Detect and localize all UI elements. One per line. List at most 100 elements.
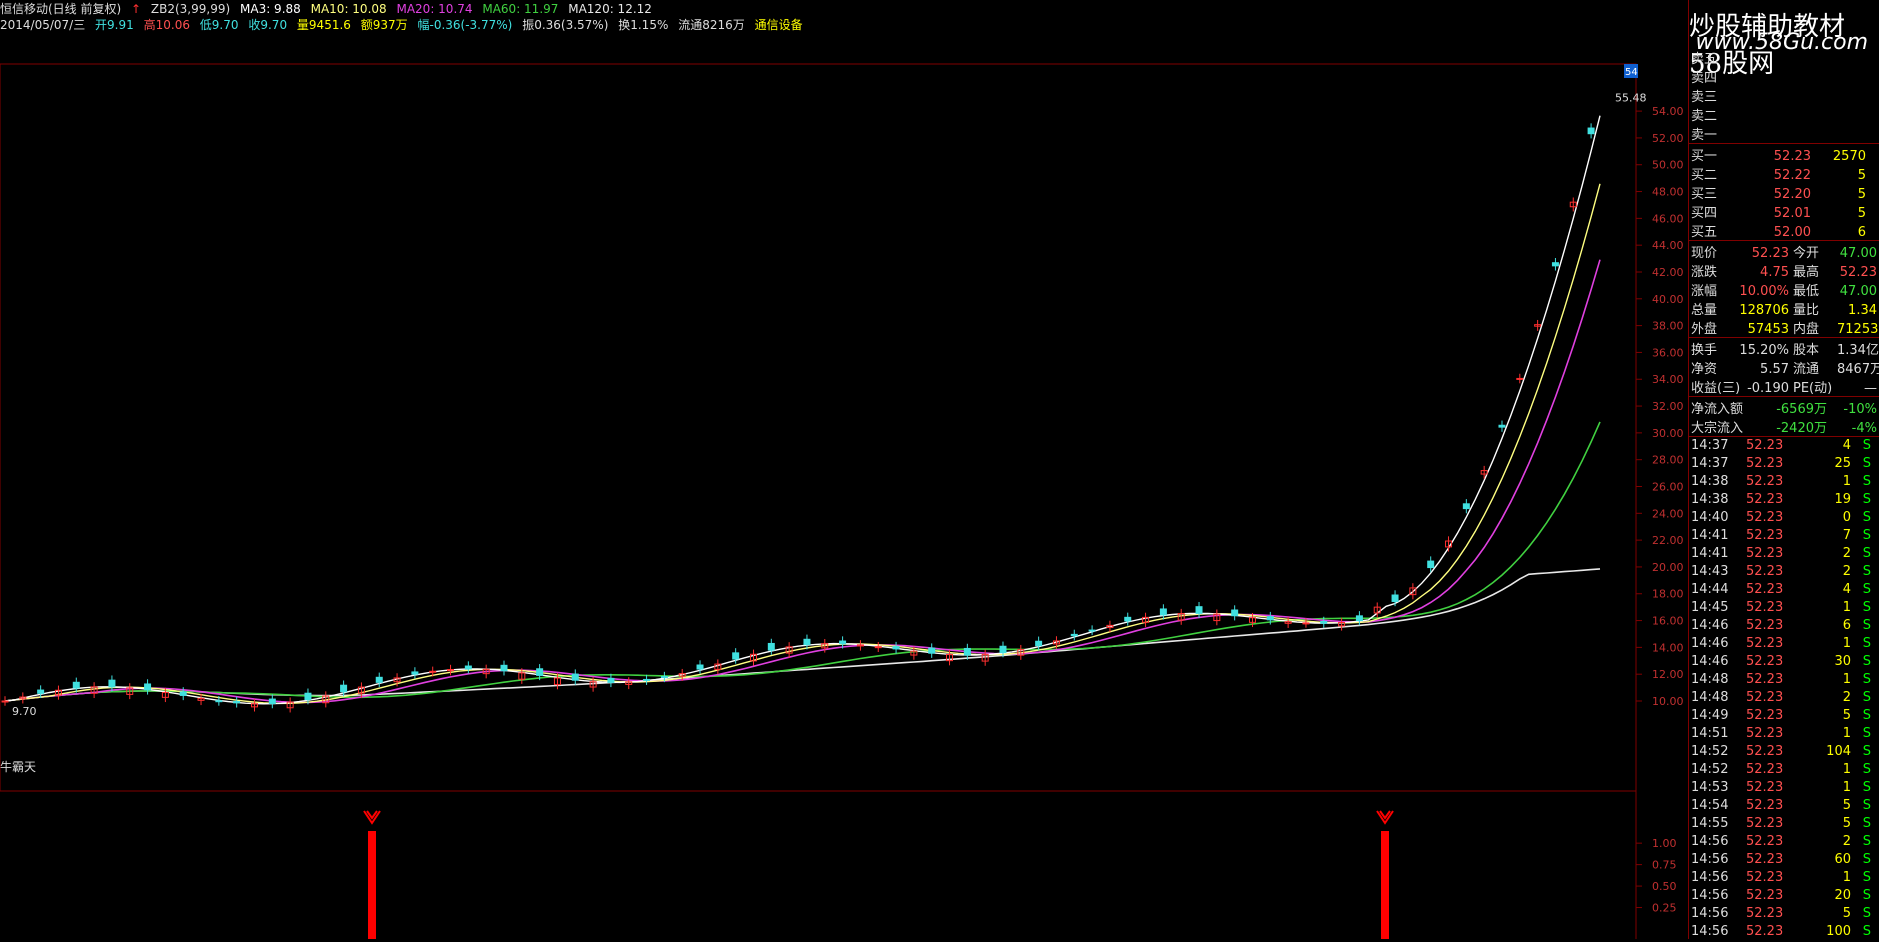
trade-row: 14:46 52.23 30 S	[1691, 654, 1871, 672]
ma120-label: MA120: 12.12	[568, 2, 652, 16]
price-tick-label: 50.00	[1652, 159, 1684, 172]
candle-body	[696, 664, 704, 670]
trade-time: 14:51	[1691, 726, 1729, 741]
trade-row: 14:56 52.23 1 S	[1691, 870, 1871, 888]
candle-body	[1355, 615, 1363, 622]
trade-row: 14:38 52.23 19 S	[1691, 492, 1871, 510]
candle-body	[500, 664, 508, 672]
candle-body	[233, 700, 241, 704]
sell-level-label: 卖三	[1691, 90, 1718, 105]
buy-level-volume: 6	[1857, 225, 1866, 240]
trade-price: 52.23	[1746, 636, 1784, 651]
trade-volume: 1	[1842, 636, 1851, 651]
zb2-label[interactable]: ZB2(3,99,99)	[151, 2, 230, 16]
sell-level-1: 卖五	[1691, 48, 1751, 67]
price-tick-label: 12.00	[1652, 668, 1684, 681]
candle-body	[1088, 629, 1096, 632]
buy-level-price: 52.20	[1773, 187, 1811, 202]
trade-price: 52.23	[1746, 762, 1784, 777]
price-tick-label: 18.00	[1652, 588, 1684, 601]
price-tick-label: 52.00	[1652, 132, 1684, 145]
trade-price: 52.23	[1746, 690, 1784, 705]
trade-time: 14:45	[1691, 600, 1729, 615]
trade-volume: 5	[1842, 906, 1851, 921]
signal-marker-icon	[1376, 810, 1394, 825]
quote-stat-row: 现价 52.23 今开 47.00	[1691, 242, 1877, 261]
ma60-label: MA60: 11.97	[482, 2, 559, 16]
stock-title[interactable]: 恒信移动(日线 前复权)	[0, 2, 121, 16]
trade-volume: 19	[1834, 492, 1851, 507]
quote-stat-label: 涨幅	[1691, 284, 1718, 299]
trade-time: 14:56	[1691, 852, 1729, 867]
quote-stat-label: 内盘	[1793, 322, 1820, 337]
trade-side: S	[1862, 726, 1871, 741]
badge-label: 54	[1625, 67, 1638, 78]
price-tick-label: 54.00	[1652, 105, 1684, 118]
candle-body	[571, 673, 579, 681]
trade-volume: 5	[1842, 708, 1851, 723]
trade-time: 14:56	[1691, 906, 1729, 921]
kline-chart[interactable]: 54.00 52.00 50.00 48.00 46.00 44.00 42.00 40.00…	[0, 32, 1684, 939]
quote-stat-label: 涨跌	[1691, 265, 1718, 280]
trade-row: 14:51 52.23 1 S	[1691, 726, 1871, 744]
fundamental-stat-value: -0.190	[1747, 381, 1789, 396]
quote-stat-value: 52.23	[1751, 246, 1789, 261]
min-price-label: 9.70	[12, 705, 37, 718]
trade-price: 52.23	[1746, 654, 1784, 669]
divider	[1689, 436, 1879, 437]
price-tick-label: 24.00	[1652, 507, 1684, 520]
candle-body	[839, 640, 847, 645]
trade-row: 14:46 52.23 1 S	[1691, 636, 1871, 654]
kline-canvas[interactable]: 54.00 52.00 50.00 48.00 46.00 44.00 42.00 40.00…	[0, 32, 1688, 939]
close-label: 收9.70	[248, 18, 288, 32]
candle-body	[340, 684, 348, 693]
trade-side: S	[1862, 798, 1871, 813]
amplitude-label: 振0.36(3.57%)	[522, 18, 609, 32]
quote-stat-value: 10.00%	[1739, 284, 1789, 299]
candle-body	[304, 692, 312, 701]
trade-price: 52.23	[1746, 852, 1784, 867]
price-tick-label: 38.00	[1652, 320, 1684, 333]
trade-volume: 4	[1842, 582, 1851, 597]
candle-body	[1498, 424, 1506, 428]
price-tick-label: 22.00	[1652, 534, 1684, 547]
trade-row: 14:41 52.23 2 S	[1691, 546, 1871, 564]
fundamental-stat-label: 净资	[1691, 362, 1718, 377]
price-tick-label: 28.00	[1652, 454, 1684, 467]
candle-body	[999, 645, 1007, 654]
indicator-tick-label: 0.75	[1652, 859, 1677, 872]
candle-body	[1, 700, 9, 703]
trade-volume: 2	[1842, 690, 1851, 705]
trade-time: 14:56	[1691, 870, 1729, 885]
trade-row: 14:41 52.23 7 S	[1691, 528, 1871, 546]
price-tick-label: 16.00	[1652, 615, 1684, 628]
fund-flow-label: 大宗流入	[1691, 421, 1744, 436]
trade-price: 52.23	[1746, 726, 1784, 741]
fundamental-stat-row: 收益(三) -0.190 PE(动) —	[1691, 377, 1877, 396]
candle-body	[1231, 609, 1239, 617]
fundamental-stat-label: 换手	[1691, 343, 1718, 358]
trade-time: 14:49	[1691, 708, 1729, 723]
trade-side: S	[1862, 906, 1871, 921]
fund-flow-value: -6569万	[1776, 402, 1827, 417]
trade-time: 14:43	[1691, 564, 1729, 579]
trade-row: 14:52 52.23 1 S	[1691, 762, 1871, 780]
divider	[1689, 337, 1879, 338]
candle-body	[1266, 616, 1274, 621]
trade-side: S	[1862, 456, 1871, 471]
trade-price: 52.23	[1746, 888, 1784, 903]
price-tick-label: 42.00	[1652, 266, 1684, 279]
low-label: 低9.70	[199, 18, 239, 32]
open-label: 开9.91	[95, 18, 134, 32]
trade-side: S	[1862, 546, 1871, 561]
candle-body	[429, 670, 437, 673]
candle-body	[37, 689, 45, 694]
candle-body	[1159, 608, 1167, 616]
buy-level-volume: 5	[1857, 187, 1866, 202]
quote-stat-value: 4.75	[1760, 265, 1789, 280]
quote-stat-value: 52.23	[1839, 265, 1877, 280]
candle-body	[464, 665, 472, 670]
trade-price: 52.23	[1746, 474, 1784, 489]
industry-label[interactable]: 通信设备	[755, 18, 803, 32]
fund-flow-row: 净流入额 -6569万 -10%	[1691, 398, 1877, 417]
